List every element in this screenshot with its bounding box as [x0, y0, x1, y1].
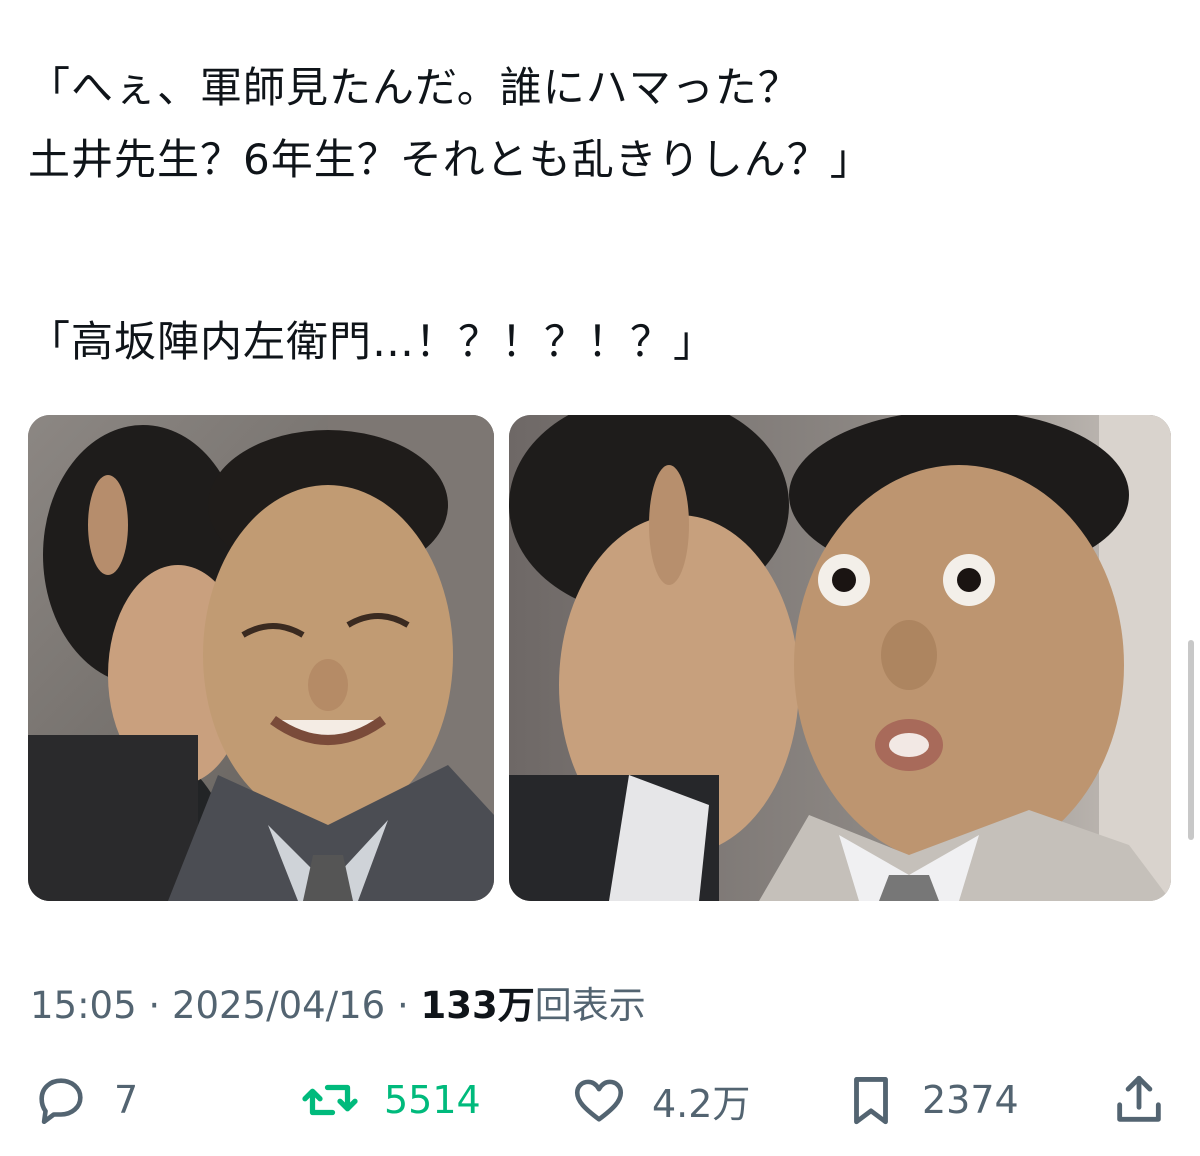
like-count: 4.2万 [652, 1081, 751, 1126]
tweet-text: 「へぇ、軍師見たんだ。誰にハマった？ 土井先生？6年生？それとも乱きりしん？」 … [28, 52, 1178, 378]
bookmark-icon [842, 1071, 900, 1129]
media-grid [28, 415, 1171, 901]
like-button[interactable]: 4.2万 [568, 1070, 750, 1130]
bookmark-count: 2374 [922, 1078, 1019, 1122]
photo-smiling-man-image [28, 415, 494, 901]
tweet-time: 15:05 [30, 984, 137, 1027]
reply-count: 7 [114, 1078, 139, 1122]
action-bar: 7 5514 4.2万 2374 [0, 1070, 1200, 1130]
heart-icon [568, 1071, 630, 1129]
retweet-icon [298, 1070, 362, 1130]
views-label: 回表示 [534, 984, 646, 1027]
retweet-button[interactable]: 5514 [298, 1070, 481, 1130]
share-icon [1110, 1071, 1168, 1129]
scrollbar[interactable] [1188, 640, 1194, 840]
tweet-date: 2025/04/16 [171, 984, 386, 1027]
retweet-count: 5514 [384, 1078, 481, 1122]
tweet-line: 土井先生？6年生？それとも乱きりしん？」 [28, 135, 873, 184]
tweet-line: 「高坂陣内左衛門…！？！？！？」 [28, 317, 717, 366]
meta-separator: · [396, 984, 409, 1027]
photo-surprised-man-image [509, 415, 1171, 901]
bookmark-button[interactable]: 2374 [842, 1070, 1019, 1130]
views-count: 133万 [420, 984, 535, 1027]
reply-button[interactable]: 7 [30, 1070, 138, 1130]
photo-smiling-man[interactable] [28, 415, 494, 901]
share-button[interactable] [1110, 1070, 1168, 1130]
meta-separator: · [148, 984, 161, 1027]
tweet-line: 「へぇ、軍師見たんだ。誰にハマった？ [28, 63, 801, 112]
reply-icon [30, 1071, 92, 1129]
tweet-meta: 15:05 · 2025/04/16 · 133万回表示 [30, 975, 646, 1029]
photo-surprised-man[interactable] [509, 415, 1171, 901]
